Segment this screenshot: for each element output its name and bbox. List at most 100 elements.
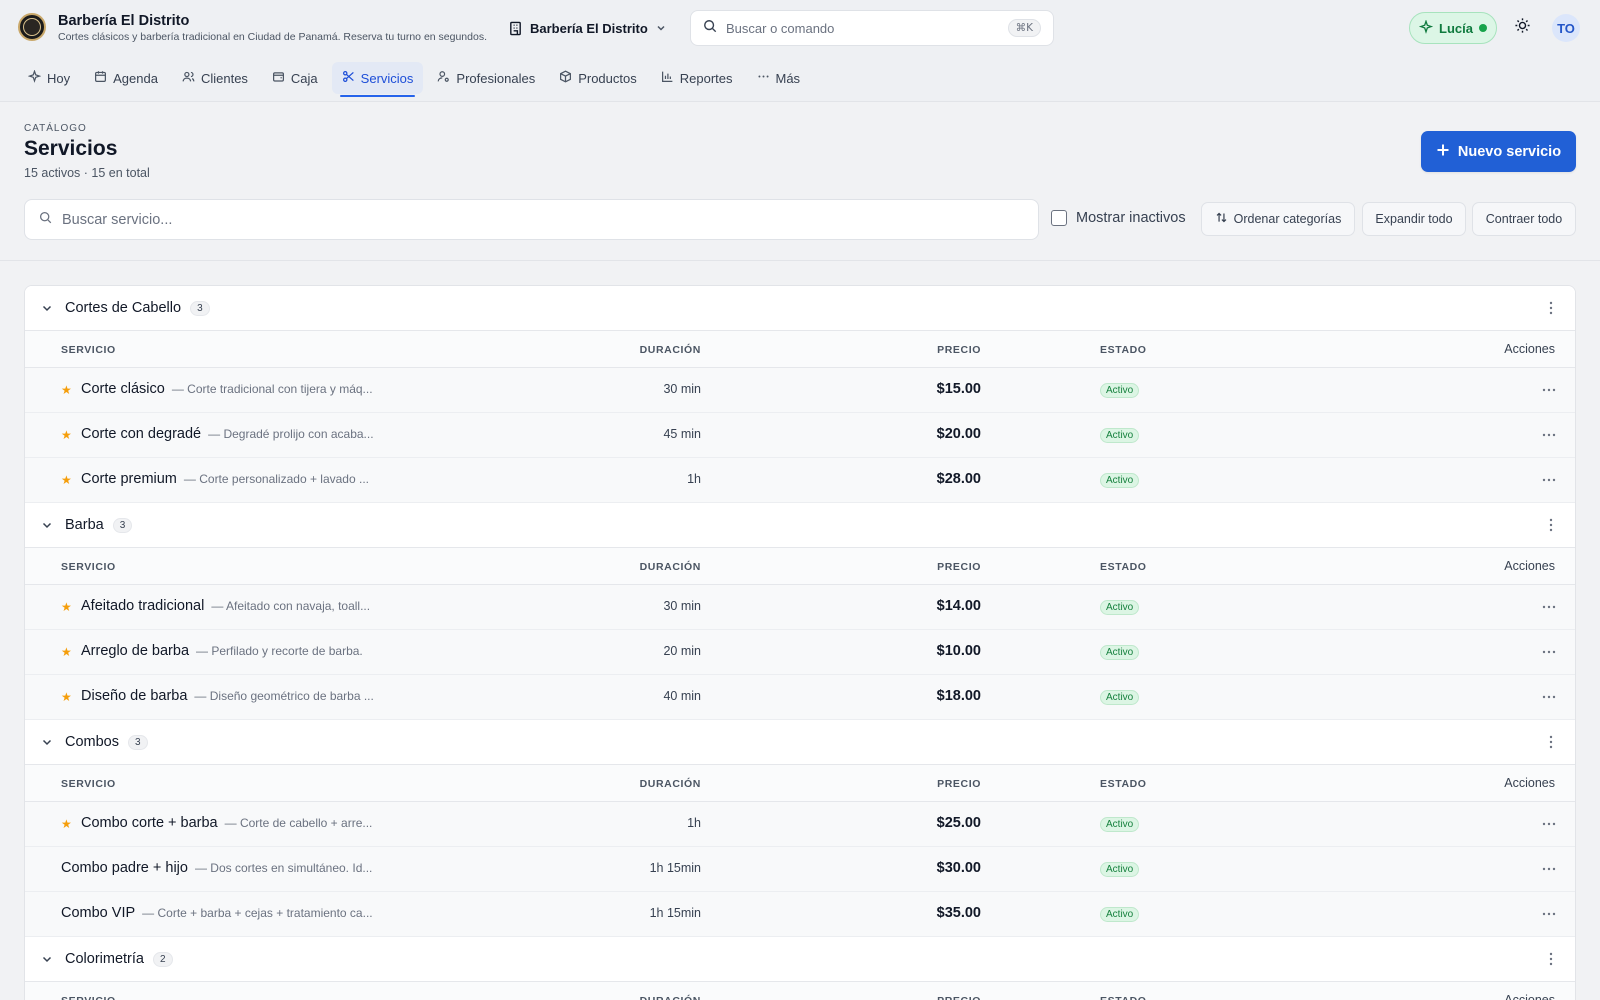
more-horizontal-icon[interactable]: [1541, 599, 1557, 615]
chevron-down-icon[interactable]: [41, 735, 55, 749]
column-actions: Acciones: [1504, 559, 1555, 573]
more-horizontal-icon[interactable]: [1541, 427, 1557, 443]
more-horizontal-icon[interactable]: [1541, 816, 1557, 832]
nav-item-mas[interactable]: Más: [747, 62, 811, 94]
more-horizontal-icon[interactable]: [1541, 861, 1557, 877]
table-row[interactable]: ★ Combo corte + barba — Corte de cabello …: [25, 802, 1575, 847]
status-badge: Activo: [1100, 473, 1140, 488]
category-count-badge: 2: [152, 951, 173, 967]
table-row[interactable]: ★ Arreglo de barba — Perfilado y recorte …: [25, 630, 1575, 675]
expand-all-label: Expandir todo: [1375, 212, 1453, 226]
service-name: Corte clásico: [81, 381, 165, 397]
service-description: — Degradé prolijo con acaba...: [208, 427, 374, 441]
column-service: SERVICIO: [61, 344, 116, 356]
column-actions: Acciones: [1504, 342, 1555, 356]
nav-item-hoy[interactable]: Hoy: [18, 62, 80, 94]
table-header: SERVICIO DURACIÓN PRECIO ESTADO Acciones: [25, 331, 1575, 368]
chevron-down-icon[interactable]: [41, 952, 55, 966]
assistant-label: Lucía: [1439, 20, 1473, 36]
table-row[interactable]: Combo padre + hijo — Dos cortes en simult…: [25, 847, 1575, 892]
theme-toggle-button[interactable]: [1510, 16, 1534, 40]
more-horizontal-icon: [757, 70, 770, 86]
table-row[interactable]: ★ Corte premium — Corte personalizado + l…: [25, 458, 1575, 503]
column-service: SERVICIO: [61, 561, 116, 573]
category-header[interactable]: Cortes de Cabello 3: [25, 286, 1575, 331]
service-duration: 1h: [687, 472, 701, 486]
nav-item-productos[interactable]: Productos: [549, 62, 647, 94]
status-badge: Activo: [1100, 862, 1140, 877]
nav-item-reportes[interactable]: Reportes: [651, 62, 743, 94]
more-vertical-icon[interactable]: [1543, 300, 1559, 316]
table-header: SERVICIO DURACIÓN PRECIO ESTADO Acciones: [25, 982, 1575, 1000]
service-duration: 1h 15min: [649, 861, 701, 875]
category-header[interactable]: Colorimetría 2: [25, 937, 1575, 982]
category-name: Barba: [65, 517, 104, 533]
star-icon: ★: [61, 600, 72, 614]
category-name: Cortes de Cabello: [65, 300, 182, 316]
more-vertical-icon[interactable]: [1543, 517, 1559, 533]
brand-logo[interactable]: [18, 13, 46, 41]
column-status: ESTADO: [1100, 778, 1147, 790]
nav-item-profesionales[interactable]: Profesionales: [427, 62, 545, 94]
table-row[interactable]: ★ Corte con degradé — Degradé prolijo con…: [25, 413, 1575, 458]
chevron-down-icon[interactable]: [41, 301, 55, 315]
service-search-input[interactable]: Buscar servicio...: [24, 199, 1039, 240]
collapse-all-button[interactable]: Contraer todo: [1472, 202, 1576, 236]
command-search[interactable]: Buscar o comando ⌘K: [690, 10, 1054, 46]
search-icon: [703, 19, 717, 38]
service-duration: 1h: [687, 816, 701, 830]
expand-all-button[interactable]: Expandir todo: [1362, 202, 1466, 236]
service-description: — Perfilado y recorte de barba.: [196, 644, 363, 658]
nav-item-servicios[interactable]: Servicios: [331, 62, 424, 97]
category-header[interactable]: Barba 3: [25, 503, 1575, 548]
chevron-down-icon[interactable]: [41, 518, 55, 532]
new-service-button[interactable]: Nuevo servicio: [1421, 131, 1576, 172]
more-vertical-icon[interactable]: [1543, 734, 1559, 750]
service-search-placeholder: Buscar servicio...: [62, 211, 173, 228]
show-inactive-checkbox[interactable]: [1051, 210, 1067, 226]
column-duration: DURACIÓN: [640, 995, 701, 1000]
service-price: $14.00: [936, 598, 981, 614]
show-inactive-toggle[interactable]: Mostrar inactivos: [1051, 210, 1186, 226]
category-header[interactable]: Combos 3: [25, 720, 1575, 765]
sparkle-icon: [1418, 18, 1434, 37]
brand-title: Barbería El Distrito: [58, 13, 190, 29]
command-search-placeholder: Buscar o comando: [726, 20, 835, 36]
nav-item-caja[interactable]: Caja: [262, 62, 328, 94]
column-actions: Acciones: [1504, 993, 1555, 1000]
more-horizontal-icon[interactable]: [1541, 906, 1557, 922]
nav-label: Clientes: [200, 70, 248, 86]
service-description: — Afeitado con navaja, toall...: [211, 599, 371, 613]
more-horizontal-icon[interactable]: [1541, 382, 1557, 398]
nav-item-clientes[interactable]: Clientes: [172, 62, 258, 94]
command-shortcut: ⌘K: [1007, 19, 1041, 37]
table-row[interactable]: ★ Afeitado tradicional — Afeitado con nav…: [25, 585, 1575, 630]
star-icon: ★: [61, 383, 72, 397]
nav-label: Profesionales: [456, 70, 536, 86]
service-name: Corte con degradé: [81, 426, 202, 442]
page-subtitle: 15 activos · 15 en total: [24, 166, 150, 180]
sun-icon: [1514, 17, 1531, 39]
table-row[interactable]: ★ Diseño de barba — Diseño geométrico de …: [25, 675, 1575, 720]
nav-item-agenda[interactable]: Agenda: [84, 62, 168, 94]
service-name: Combo VIP: [61, 905, 136, 921]
main-nav: Hoy Agenda Clientes Caja Servicios Profe…: [18, 62, 810, 98]
user-avatar[interactable]: TO: [1552, 14, 1580, 42]
category-count-badge: 3: [190, 300, 210, 316]
assistant-button[interactable]: Lucía: [1409, 12, 1497, 44]
table-header: SERVICIO DURACIÓN PRECIO ESTADO Acciones: [25, 548, 1575, 585]
service-description: — Corte de cabello + arre...: [224, 816, 373, 830]
nav-label: Servicios: [360, 70, 414, 86]
sort-categories-button[interactable]: Ordenar categorías: [1201, 202, 1355, 236]
page-title: Servicios: [24, 137, 118, 160]
service-description: — Diseño geométrico de barba ...: [194, 689, 374, 703]
business-selector[interactable]: Barbería El Distrito: [508, 17, 667, 39]
users-icon: [182, 70, 195, 86]
table-row[interactable]: ★ Corte clásico — Corte tradicional con t…: [25, 368, 1575, 413]
more-horizontal-icon[interactable]: [1541, 644, 1557, 660]
more-horizontal-icon[interactable]: [1541, 472, 1557, 488]
table-row[interactable]: Combo VIP — Corte + barba + cejas + trata…: [25, 892, 1575, 937]
nav-label: Productos: [578, 70, 637, 86]
more-horizontal-icon[interactable]: [1541, 689, 1557, 705]
more-vertical-icon[interactable]: [1543, 951, 1559, 967]
